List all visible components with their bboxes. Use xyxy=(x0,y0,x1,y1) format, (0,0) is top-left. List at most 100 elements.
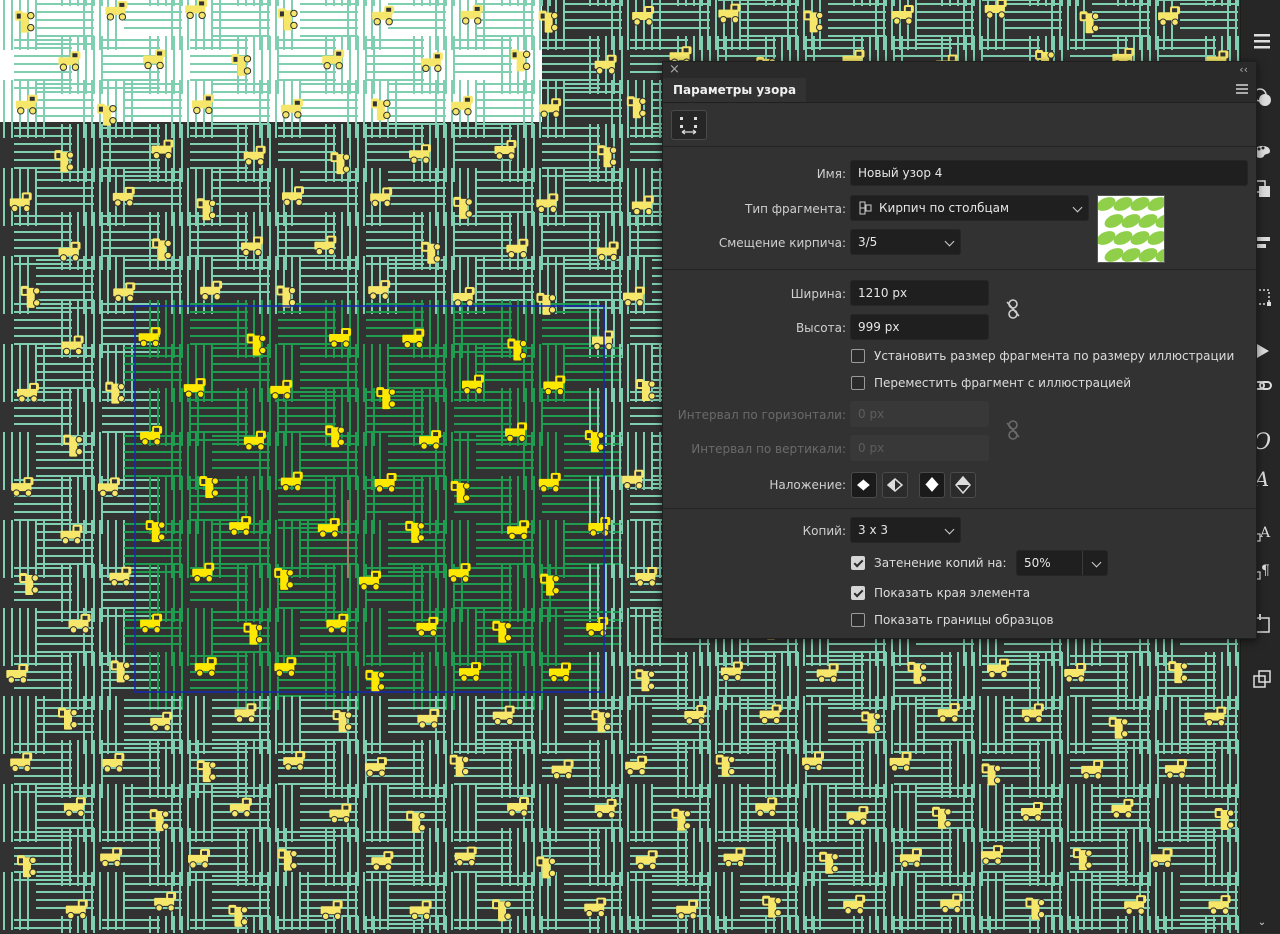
pattern-cell xyxy=(190,128,248,168)
thumbnail-motif xyxy=(1111,228,1134,247)
v-spacing-label: Интервал по вертикали: xyxy=(691,441,846,457)
move-tile-with-art-label: Переместить фрагмент с иллюстрацией xyxy=(874,375,1131,391)
truck-motif xyxy=(592,331,614,350)
overlap-right-front-button[interactable] xyxy=(882,472,908,498)
pattern-cell xyxy=(894,744,952,792)
pattern-cell xyxy=(766,916,814,933)
copies-value: 3 x 3 xyxy=(858,523,888,537)
truck-motif xyxy=(150,712,172,731)
size-tile-to-art-checkbox[interactable] xyxy=(851,349,865,363)
truck-motif xyxy=(60,525,82,544)
truck-motif xyxy=(940,894,962,913)
tile-type-value: Кирпич по столбцам xyxy=(879,201,1009,215)
truck-motif xyxy=(492,899,511,921)
truck-motif xyxy=(184,378,206,397)
height-field[interactable]: 999 px xyxy=(850,314,989,340)
truck-motif xyxy=(152,238,171,260)
layers-icon[interactable] xyxy=(1251,668,1273,690)
panel-menu-icon[interactable] xyxy=(1236,84,1248,94)
truck-motif xyxy=(592,710,611,732)
truck-motif xyxy=(982,763,1001,785)
pattern-preview-thumbnail xyxy=(1097,195,1165,263)
pattern-tile-tool-button[interactable] xyxy=(671,110,707,140)
truck-motif xyxy=(102,753,124,772)
truck-motif xyxy=(140,426,162,445)
h-spacing-field[interactable]: 0 px xyxy=(850,401,989,427)
dim-copies-checkbox[interactable] xyxy=(851,556,865,570)
truck-motif xyxy=(987,659,1009,678)
pattern-cell xyxy=(542,40,600,88)
brick-by-column-icon xyxy=(859,201,873,215)
dim-copies-dropdown[interactable]: 50% xyxy=(1016,550,1108,576)
v-spacing-field[interactable]: 0 px xyxy=(850,435,989,461)
panel-title-bar: × ‹‹ xyxy=(663,62,1256,78)
show-tile-edge-checkbox[interactable] xyxy=(851,586,865,600)
pattern-cell xyxy=(630,832,688,880)
truck-motif xyxy=(843,895,865,914)
pattern-cell xyxy=(454,920,512,933)
truck-motif xyxy=(505,422,527,441)
overlap-left-front-button[interactable] xyxy=(851,472,877,498)
chevron-down-icon xyxy=(1092,558,1102,568)
truck-motif xyxy=(64,797,86,816)
pattern-cell xyxy=(1180,0,1238,28)
link-spacing-icon[interactable] xyxy=(1005,419,1021,441)
thumbnail-motif xyxy=(1119,211,1142,230)
pattern-cell xyxy=(542,392,600,424)
pattern-cell xyxy=(542,216,600,264)
width-label: Ширина: xyxy=(791,286,846,302)
dim-copies-value: 50% xyxy=(1024,556,1051,570)
size-tile-to-art-label: Установить размер фрагмента по размеру и… xyxy=(874,348,1234,364)
pattern-cell xyxy=(454,392,512,440)
truck-motif xyxy=(539,98,561,117)
pattern-cell xyxy=(14,304,72,344)
link-proportions-icon[interactable] xyxy=(1005,298,1021,320)
overlap-bottom-front-button[interactable] xyxy=(950,472,976,498)
truck-motif xyxy=(1111,799,1133,818)
truck-motif xyxy=(625,756,647,775)
move-tile-with-art-checkbox[interactable] xyxy=(851,376,865,390)
copies-label: Копий: xyxy=(803,523,846,539)
pattern-cell xyxy=(366,832,424,880)
tab-pattern-options[interactable]: Параметры узора xyxy=(663,78,806,102)
truck-motif xyxy=(585,430,604,452)
truck-motif xyxy=(1073,848,1092,870)
pattern-cell xyxy=(942,916,990,933)
dropdown-divider xyxy=(1082,551,1083,575)
pattern-cell xyxy=(102,128,160,176)
show-swatch-bounds-checkbox[interactable] xyxy=(851,613,865,627)
copies-dropdown[interactable]: 3 x 3 xyxy=(850,517,961,543)
collapse-icon[interactable]: ‹‹ xyxy=(1239,62,1248,78)
pattern-preview-image xyxy=(1098,196,1164,262)
pattern-cell xyxy=(190,304,248,344)
truck-motif xyxy=(375,473,397,492)
truck-motif xyxy=(1124,895,1146,914)
pattern-options-panel: × ‹‹ Параметры узора Имя: Новый узор 4 Т… xyxy=(662,61,1257,639)
name-field[interactable]: Новый узор 4 xyxy=(850,160,1248,186)
truck-motif xyxy=(188,849,210,868)
width-field[interactable]: 1210 px xyxy=(850,280,989,306)
pattern-cell xyxy=(854,916,902,933)
pattern-tile-tool-icon xyxy=(672,111,706,139)
pattern-cell xyxy=(278,128,336,160)
truck-motif xyxy=(63,435,82,457)
pattern-cell xyxy=(678,916,726,933)
overlap-top-front-button[interactable] xyxy=(919,472,945,498)
truck-motif xyxy=(492,621,511,643)
pattern-cell xyxy=(542,128,600,176)
truck-motif xyxy=(371,851,393,870)
chevron-down-icon[interactable]: ⌄ xyxy=(1251,912,1273,934)
thumbnail-motif xyxy=(1102,211,1125,230)
name-label: Имя: xyxy=(817,166,846,182)
truck-motif xyxy=(718,4,740,23)
pattern-cell xyxy=(1052,0,1084,50)
menu-icon[interactable] xyxy=(1251,30,1273,52)
tile-type-label: Тип фрагмента: xyxy=(745,201,846,217)
close-icon[interactable]: × xyxy=(669,62,680,78)
h-spacing-label: Интервал по горизонтали: xyxy=(678,407,846,423)
truck-motif xyxy=(455,847,477,866)
brick-offset-dropdown[interactable]: 3/5 xyxy=(850,229,961,255)
show-tile-edge-label: Показать края элемента xyxy=(874,585,1030,601)
truck-motif xyxy=(451,481,470,503)
tile-type-dropdown[interactable]: Кирпич по столбцам xyxy=(850,195,1089,221)
